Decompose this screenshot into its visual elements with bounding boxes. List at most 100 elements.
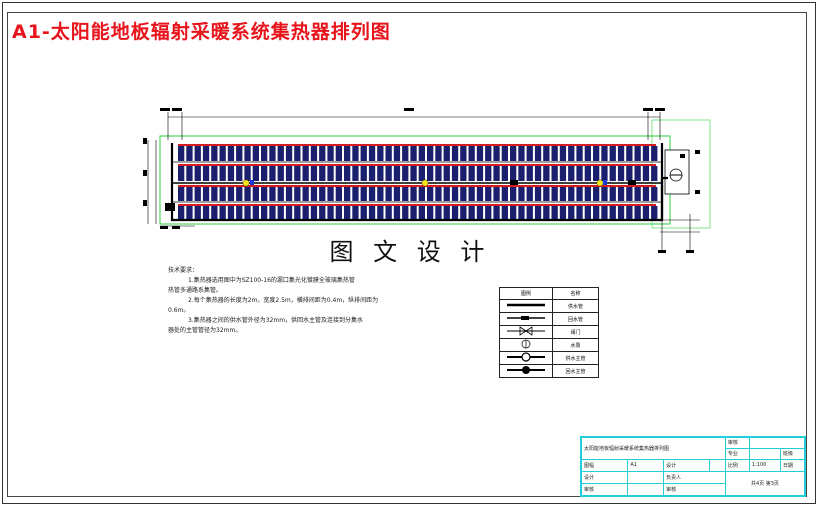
collector-tube: [518, 146, 525, 161]
collector-tube: [194, 146, 201, 161]
collector-tube: [194, 166, 201, 181]
collector-tube: [352, 146, 359, 161]
collector-tube: [410, 206, 417, 220]
collector-tube: [551, 206, 558, 220]
collector-tube: [427, 206, 434, 220]
notes-line: 0.6m。: [168, 307, 190, 314]
collector-tube: [393, 206, 401, 220]
collector-tube: [360, 166, 367, 181]
legend-table: 图例 名称 供水管 回水管 阀门 水泵 供水主管 回水主管: [499, 287, 599, 378]
valve: [510, 180, 518, 185]
collector-tube: [609, 146, 616, 161]
collector-tube: [252, 206, 259, 220]
collector-tube: [377, 166, 384, 181]
collector-tube: [642, 187, 650, 201]
pump-icon: [499, 338, 553, 352]
collector-tube: [178, 146, 185, 161]
collector-tube: [493, 187, 500, 201]
collector-tube: [576, 146, 583, 161]
collector-tube: [485, 187, 492, 201]
title-block-major-label: 专业: [724, 447, 750, 460]
collector-tube: [269, 206, 276, 220]
collector-tube: [559, 206, 567, 220]
collector-tube: [186, 166, 193, 181]
collector-tube: [385, 206, 392, 220]
collector-tube: [626, 146, 633, 161]
collector-tube: [626, 187, 633, 201]
collector-tube: [277, 146, 284, 161]
collector-tube: [510, 146, 517, 161]
collector-tube: [485, 206, 492, 220]
collector-tube: [402, 206, 409, 220]
collector-tube: [219, 146, 226, 161]
return-main-icon: [499, 364, 553, 378]
collector-tube: [194, 206, 201, 220]
collector-tube: [211, 166, 218, 181]
notes-line: 1.集热器选用图中为SZ100-16的漏口集光化镀膜全玻璃集热管: [188, 277, 355, 284]
collector-tube: [435, 187, 442, 201]
node-marker: [242, 179, 250, 187]
collector-tube: [302, 166, 309, 181]
collector-tube: [186, 146, 193, 161]
collector-tube: [651, 187, 658, 201]
collector-tube: [568, 166, 575, 181]
notes-line: 热管多通路系集管。: [168, 287, 223, 294]
collector-tube: [617, 166, 625, 181]
collector-tube: [360, 206, 367, 220]
collector-header-strip: [178, 144, 656, 146]
collector-tube: [526, 146, 533, 161]
collector-tube: [352, 206, 359, 220]
collector-tube: [344, 146, 351, 161]
collector-tube: [227, 187, 235, 201]
collector-tube: [576, 206, 583, 220]
collector-tube: [335, 166, 342, 181]
title-block-date-label: 日期: [779, 458, 806, 472]
collector-tube: [601, 146, 608, 161]
supply-main-icon: [499, 351, 553, 365]
collector-tube: [385, 146, 392, 161]
technical-notes: 技术要求： 1.集热器选用图中为SZ100-16的漏口集光化镀膜全玻璃集热管 热…: [168, 266, 383, 336]
collector-tube: [202, 206, 210, 220]
title-block-drawing-name: 太阳能地板辐射采暖系统集热器排列图: [581, 437, 726, 460]
collector-tube: [634, 146, 641, 161]
collector-tube: [335, 206, 342, 220]
collector-tube: [302, 206, 309, 220]
collector-tube: [435, 206, 442, 220]
collector-tube: [651, 206, 658, 220]
collector-tube: [244, 146, 251, 161]
collector-tube: [310, 146, 318, 161]
collector-tube: [617, 187, 625, 201]
collector-tube: [202, 146, 210, 161]
title-block-class-label: 班级: [779, 447, 806, 460]
collector-tube: [443, 146, 450, 161]
collector-tube: [294, 166, 301, 181]
collector-tube: [377, 146, 384, 161]
collector-tube: [435, 146, 442, 161]
title-block: 太阳能地板辐射采暖系统集热器排列图 审核 专业 班级 图幅 A1 设计 比例 1…: [580, 436, 806, 497]
title-block-pages: 共4页 第3页: [724, 470, 806, 497]
collector-tube: [269, 166, 276, 181]
collector-tube: [443, 187, 450, 201]
collector-tube: [377, 206, 384, 220]
collector-tube: [178, 206, 185, 220]
collector-tube: [310, 166, 318, 181]
notes-line: 2.每个集热器的长度为2m，宽度2.5m，横排间距为0.4m，纵排间距为: [188, 297, 379, 304]
collector-tube: [277, 187, 284, 201]
collector-tube: [236, 206, 243, 220]
legend-header-symbol: 图例: [499, 287, 553, 300]
collector-tube: [501, 187, 508, 201]
collector-tube: [327, 187, 334, 201]
collector-tube: [327, 166, 334, 181]
collector-tube: [501, 206, 508, 220]
legend-label: 水泵: [552, 338, 599, 352]
collector-tube: [294, 187, 301, 201]
collector-tube: [468, 166, 475, 181]
collector-tube: [294, 146, 301, 161]
collector-tube: [584, 146, 591, 161]
title-block-design-label: 设计: [663, 458, 711, 472]
collector-tube: [368, 146, 376, 161]
collector-tube: [609, 187, 616, 201]
collector-tube: [551, 146, 558, 161]
collector-tube: [236, 146, 243, 161]
collector-tube: [626, 206, 633, 220]
